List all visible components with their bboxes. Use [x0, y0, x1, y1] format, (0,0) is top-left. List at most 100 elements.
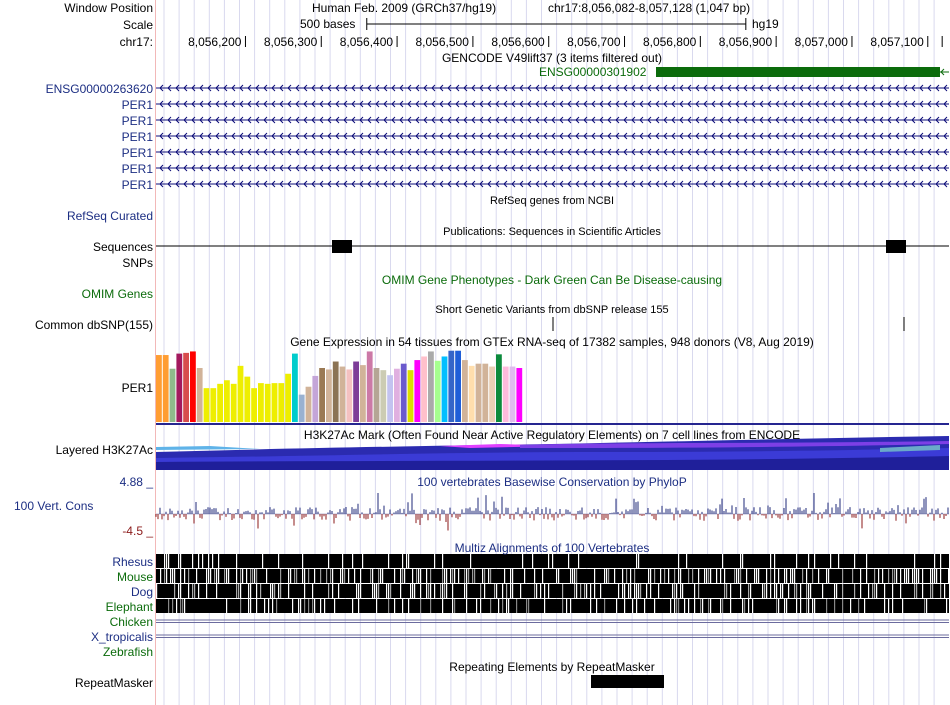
alignment-gap	[716, 569, 718, 583]
gtex-tissue-bar[interactable]	[230, 383, 237, 422]
gtex-tissue-bar[interactable]	[509, 366, 516, 422]
cons-name-label[interactable]: 100 Vert. Cons	[14, 499, 93, 513]
gtex-tissue-bar[interactable]	[183, 352, 189, 422]
gencode-gene-label[interactable]: ENSG00000301902	[539, 65, 646, 79]
multiz-title: Multiz Alignments of 100 Vertebrates	[454, 541, 650, 555]
gencode-gene-item[interactable]: ENSG00000263620	[46, 82, 153, 96]
alignment-gap	[548, 584, 550, 598]
sequence-block[interactable]	[886, 240, 906, 253]
per1-item[interactable]: PER1	[122, 162, 153, 176]
alignment-gap	[916, 569, 918, 583]
gtex-tissue-bar[interactable]	[489, 366, 495, 422]
alignment-row[interactable]	[156, 599, 949, 613]
alignment-gap	[658, 584, 660, 598]
common-dbsnp-label[interactable]: Common dbSNP(155)	[35, 318, 153, 332]
gtex-tissue-bar[interactable]	[264, 383, 271, 422]
gtex-tissue-bar[interactable]	[237, 365, 244, 422]
gtex-tissue-bar[interactable]	[407, 370, 414, 422]
gtex-tissue-bar[interactable]	[203, 388, 210, 422]
per1-item[interactable]: PER1	[122, 178, 153, 192]
gtex-tissue-bar[interactable]	[475, 363, 482, 422]
gtex-tissue-bar[interactable]	[196, 368, 203, 422]
gtex-tissue-bar[interactable]	[353, 361, 359, 422]
gtex-tissue-bar[interactable]	[251, 388, 257, 422]
gtex-tissue-bar[interactable]	[271, 383, 278, 422]
alignment-gap	[634, 569, 636, 583]
gtex-tissue-bar[interactable]	[176, 353, 183, 422]
gtex-tissue-bar[interactable]	[462, 360, 468, 422]
gtex-tissue-bar[interactable]	[414, 360, 421, 422]
gtex-tissue-bar[interactable]	[360, 365, 366, 422]
gtex-gene-label[interactable]: PER1	[122, 381, 153, 395]
alignment-gap	[930, 584, 932, 598]
gtex-tissue-bar[interactable]	[516, 368, 523, 422]
gtex-tissue-bar[interactable]	[441, 356, 448, 422]
alignment-gap	[724, 569, 726, 583]
gtex-tissue-bar[interactable]	[319, 368, 325, 422]
gtex-tissue-bar[interactable]	[169, 368, 176, 422]
per1-item[interactable]: PER1	[122, 146, 153, 160]
gtex-tissue-bar[interactable]	[162, 355, 169, 422]
refseq-label[interactable]: RefSeq Curated	[67, 209, 153, 223]
gtex-tissue-bar[interactable]	[258, 383, 264, 422]
gtex-tissue-bar[interactable]	[428, 351, 434, 422]
gtex-tissue-bar[interactable]	[326, 369, 332, 422]
per1-item[interactable]: PER1	[122, 114, 153, 128]
gtex-tissue-bar[interactable]	[210, 388, 217, 422]
gtex-tissue-bar[interactable]	[244, 376, 251, 422]
gencode-gene-block[interactable]	[656, 67, 940, 77]
alignment-gap	[170, 569, 172, 583]
gtex-tissue-bar[interactable]	[156, 355, 162, 422]
gtex-tissue-bar[interactable]	[190, 351, 196, 422]
repeat-block[interactable]	[591, 675, 664, 688]
per1-item[interactable]: PER1	[122, 130, 153, 144]
gtex-tissue-bar[interactable]	[292, 353, 298, 422]
gtex-tissue-bar[interactable]	[332, 361, 339, 422]
alignment-gap	[172, 599, 174, 613]
gtex-tissue-bar[interactable]	[339, 366, 346, 422]
gtex-tissue-bar[interactable]	[448, 350, 455, 422]
species-zebrafish[interactable]: Zebrafish	[103, 645, 153, 659]
gtex-tissue-bar[interactable]	[346, 369, 353, 422]
gtex-tissue-bar[interactable]	[312, 375, 319, 422]
species-chicken[interactable]: Chicken	[110, 615, 153, 629]
gtex-tissue-bar[interactable]	[373, 368, 380, 422]
alignment-gap	[622, 569, 624, 583]
alignment-gap	[452, 584, 454, 598]
gtex-tissue-bar[interactable]	[285, 373, 291, 422]
snps-label[interactable]: SNPs	[122, 256, 153, 270]
species-dog[interactable]: Dog	[131, 585, 153, 599]
gtex-tissue-bar[interactable]	[305, 386, 312, 422]
gtex-tissue-bar[interactable]	[502, 366, 509, 422]
alignment-gap	[360, 584, 362, 598]
gtex-tissue-bar[interactable]	[455, 350, 461, 422]
gtex-tissue-bar[interactable]	[224, 380, 230, 422]
gtex-tissue-bar[interactable]	[217, 383, 223, 422]
alignment-row[interactable]	[156, 569, 949, 583]
gtex-tissue-bar[interactable]	[400, 363, 407, 422]
species-elephant[interactable]: Elephant	[106, 600, 153, 614]
species-rhesus[interactable]: Rhesus	[112, 555, 153, 569]
gtex-tissue-bar[interactable]	[421, 356, 427, 422]
omim-label[interactable]: OMIM Genes	[82, 287, 153, 301]
gtex-tissue-bar[interactable]	[380, 370, 387, 422]
gtex-tissue-bar[interactable]	[468, 365, 475, 422]
gtex-tissue-bar[interactable]	[434, 360, 441, 422]
gtex-tissue-bar[interactable]	[298, 394, 305, 422]
layered-h3k27ac-label[interactable]: Layered H3K27Ac	[56, 443, 153, 457]
alignment-gap	[194, 584, 196, 598]
gtex-tissue-bar[interactable]	[482, 363, 489, 422]
sequences-label[interactable]: Sequences	[93, 240, 153, 254]
gtex-tissue-bar[interactable]	[496, 354, 502, 422]
per1-item[interactable]: PER1	[122, 98, 153, 112]
gtex-tissue-bar[interactable]	[278, 383, 285, 422]
sequence-block[interactable]	[332, 240, 352, 253]
repeatmasker-label[interactable]: RepeatMasker	[75, 676, 153, 690]
species-mouse[interactable]: Mouse	[117, 570, 153, 584]
alignment-gap	[884, 584, 886, 598]
gtex-tissue-bar[interactable]	[394, 368, 400, 422]
species-xtropicalis[interactable]: X_tropicalis	[91, 630, 153, 644]
gtex-tissue-bar[interactable]	[387, 375, 393, 422]
alignment-gap	[672, 584, 674, 598]
gtex-tissue-bar[interactable]	[366, 351, 373, 422]
